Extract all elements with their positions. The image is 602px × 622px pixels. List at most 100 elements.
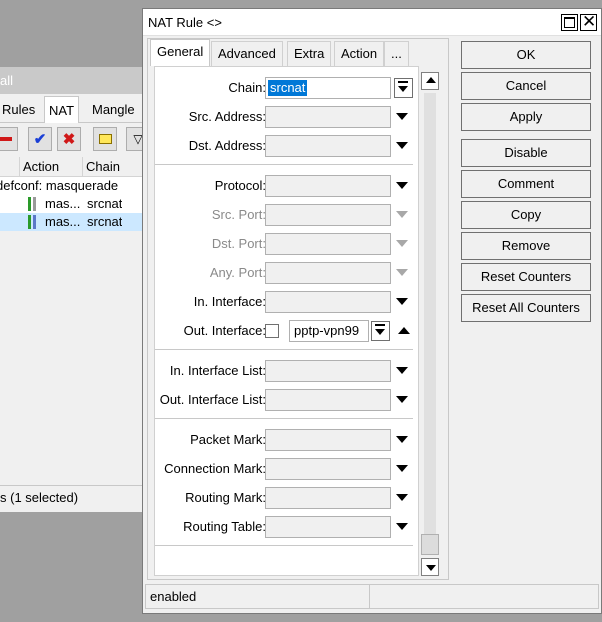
dst-address-row: Dst. Address: <box>155 135 418 157</box>
tab-mangle[interactable]: Mangle <box>88 96 139 123</box>
column-header-chain[interactable]: Chain <box>83 157 146 177</box>
in-interface-expand-icon[interactable] <box>396 298 408 305</box>
out-interface-negate-checkbox[interactable] <box>265 324 279 338</box>
packet-mark-expand-icon[interactable] <box>396 436 408 443</box>
arrow-down-icon <box>426 565 436 571</box>
src-address-row: Src. Address: <box>155 106 418 128</box>
any-port-expand-icon <box>396 269 408 276</box>
src-port-label: Src. Port: <box>211 207 266 222</box>
reset-counters-button[interactable]: Reset Counters <box>461 263 591 291</box>
table-row[interactable]: defconf: masquerade <box>0 177 146 195</box>
scroll-up-button[interactable] <box>421 72 439 90</box>
comment-rule-button[interactable] <box>93 127 117 151</box>
cancel-button[interactable]: Cancel <box>461 72 591 100</box>
tab-nat[interactable]: NAT <box>44 96 80 123</box>
dst-address-expand-icon[interactable] <box>396 142 408 149</box>
window-title: NAT Rule <> <box>148 15 222 30</box>
protocol-row: Protocol: <box>155 175 418 197</box>
connection-mark-label: Connection Mark: <box>164 461 266 476</box>
scroll-down-button[interactable] <box>421 558 439 576</box>
routing-table-field[interactable] <box>265 516 391 538</box>
any-port-label: Any. Port: <box>209 265 266 280</box>
src-port-field <box>265 204 391 226</box>
out-interface-list-field[interactable] <box>265 389 391 411</box>
nat-rules-table: Action Chain defconf: masquerade mas... … <box>0 157 146 231</box>
src-address-field[interactable] <box>265 106 391 128</box>
tab-extra[interactable]: Extra <box>287 41 332 66</box>
protocol-expand-icon[interactable] <box>396 182 408 189</box>
remove-rule-button[interactable] <box>0 127 18 151</box>
firewall-window: all Rules NAT Mangle ✔ ✖ ▽ Action Chain … <box>0 67 150 512</box>
connection-mark-row: Connection Mark: <box>155 458 418 480</box>
routing-mark-field[interactable] <box>265 487 391 509</box>
window-titlebar[interactable]: NAT Rule <> ✕ <box>143 9 601 36</box>
maximize-button[interactable] <box>561 14 578 31</box>
packet-mark-label: Packet Mark: <box>190 432 266 447</box>
form-scrollbar[interactable] <box>420 72 440 576</box>
routing-mark-row: Routing Mark: <box>155 487 418 509</box>
tab-advanced-label: Advanced <box>218 46 276 61</box>
routing-table-expand-icon[interactable] <box>396 523 408 530</box>
ok-button[interactable]: OK <box>461 41 591 69</box>
disable-button[interactable]: Disable <box>461 139 591 167</box>
chain-label: Chain: <box>228 80 266 95</box>
scrollbar-track[interactable] <box>424 93 436 550</box>
tab-action-label: Action <box>341 46 378 61</box>
in-interface-list-expand-icon[interactable] <box>396 367 408 374</box>
in-interface-row: In. Interface: <box>155 291 418 313</box>
table-row[interactable]: mas... srcnat <box>0 195 146 213</box>
dropdown-bar-icon <box>375 324 385 326</box>
routing-mark-expand-icon[interactable] <box>396 494 408 501</box>
tab-general[interactable]: General <box>150 39 211 66</box>
dst-address-field[interactable] <box>265 135 391 157</box>
tab-advanced[interactable]: Advanced <box>211 41 283 66</box>
row-comment-prefix: defconf: <box>0 178 43 193</box>
connection-mark-field[interactable] <box>265 458 391 480</box>
close-button[interactable]: ✕ <box>580 12 597 31</box>
firewall-statusbar: s (1 selected) <box>0 485 146 509</box>
comment-button[interactable]: Comment <box>461 170 591 198</box>
apply-button[interactable]: Apply <box>461 103 591 131</box>
routing-table-label: Routing Table: <box>183 519 266 534</box>
out-interface-list-expand-icon[interactable] <box>396 396 408 403</box>
out-interface-collapse-icon[interactable] <box>398 327 410 334</box>
cross-icon: ✖ <box>62 131 76 148</box>
chain-dropdown-button[interactable] <box>394 78 413 98</box>
firewall-toolbar: ✔ ✖ ▽ <box>0 125 150 155</box>
tab-action[interactable]: Action <box>334 41 385 66</box>
copy-button[interactable]: Copy <box>461 201 591 229</box>
column-header-action[interactable]: Action <box>20 157 83 177</box>
tab-nat-label: NAT <box>49 103 75 118</box>
row-action: mas... <box>45 196 81 211</box>
src-address-expand-icon[interactable] <box>396 113 408 120</box>
out-interface-dropdown-button[interactable] <box>371 321 390 341</box>
row-action: mas... <box>45 214 81 229</box>
table-row-selected[interactable]: mas... srcnat <box>0 213 146 231</box>
tab-general-label: General <box>157 44 204 59</box>
in-interface-list-field[interactable] <box>265 360 391 382</box>
enable-rule-button[interactable]: ✔ <box>28 127 52 151</box>
tab-more[interactable]: ... <box>384 41 409 66</box>
out-interface-label: Out. Interface: <box>183 323 266 338</box>
any-port-row: Any. Port: <box>155 262 418 284</box>
dst-address-label: Dst. Address: <box>188 138 266 153</box>
column-header-blank[interactable] <box>0 157 20 177</box>
remove-button[interactable]: Remove <box>461 232 591 260</box>
out-interface-field[interactable]: pptp-vpn99 <box>289 320 369 342</box>
disable-rule-button[interactable]: ✖ <box>57 127 81 151</box>
chevron-down-icon <box>398 86 408 92</box>
scrollbar-thumb[interactable] <box>421 534 439 555</box>
reset-all-counters-button[interactable]: Reset All Counters <box>461 294 591 322</box>
chain-field[interactable]: srcnat <box>265 77 391 99</box>
tab-rules[interactable]: Rules <box>0 96 39 123</box>
tab-extra-label: Extra <box>294 46 325 61</box>
section-divider <box>155 349 413 350</box>
maximize-icon <box>564 17 575 28</box>
status-state: enabled <box>146 585 370 608</box>
in-interface-field[interactable] <box>265 291 391 313</box>
connection-mark-expand-icon[interactable] <box>396 465 408 472</box>
protocol-field[interactable] <box>265 175 391 197</box>
firewall-window-title: all <box>0 67 146 94</box>
packet-mark-field[interactable] <box>265 429 391 451</box>
dialog-tabs: General Advanced Extra Action ... <box>148 39 448 66</box>
